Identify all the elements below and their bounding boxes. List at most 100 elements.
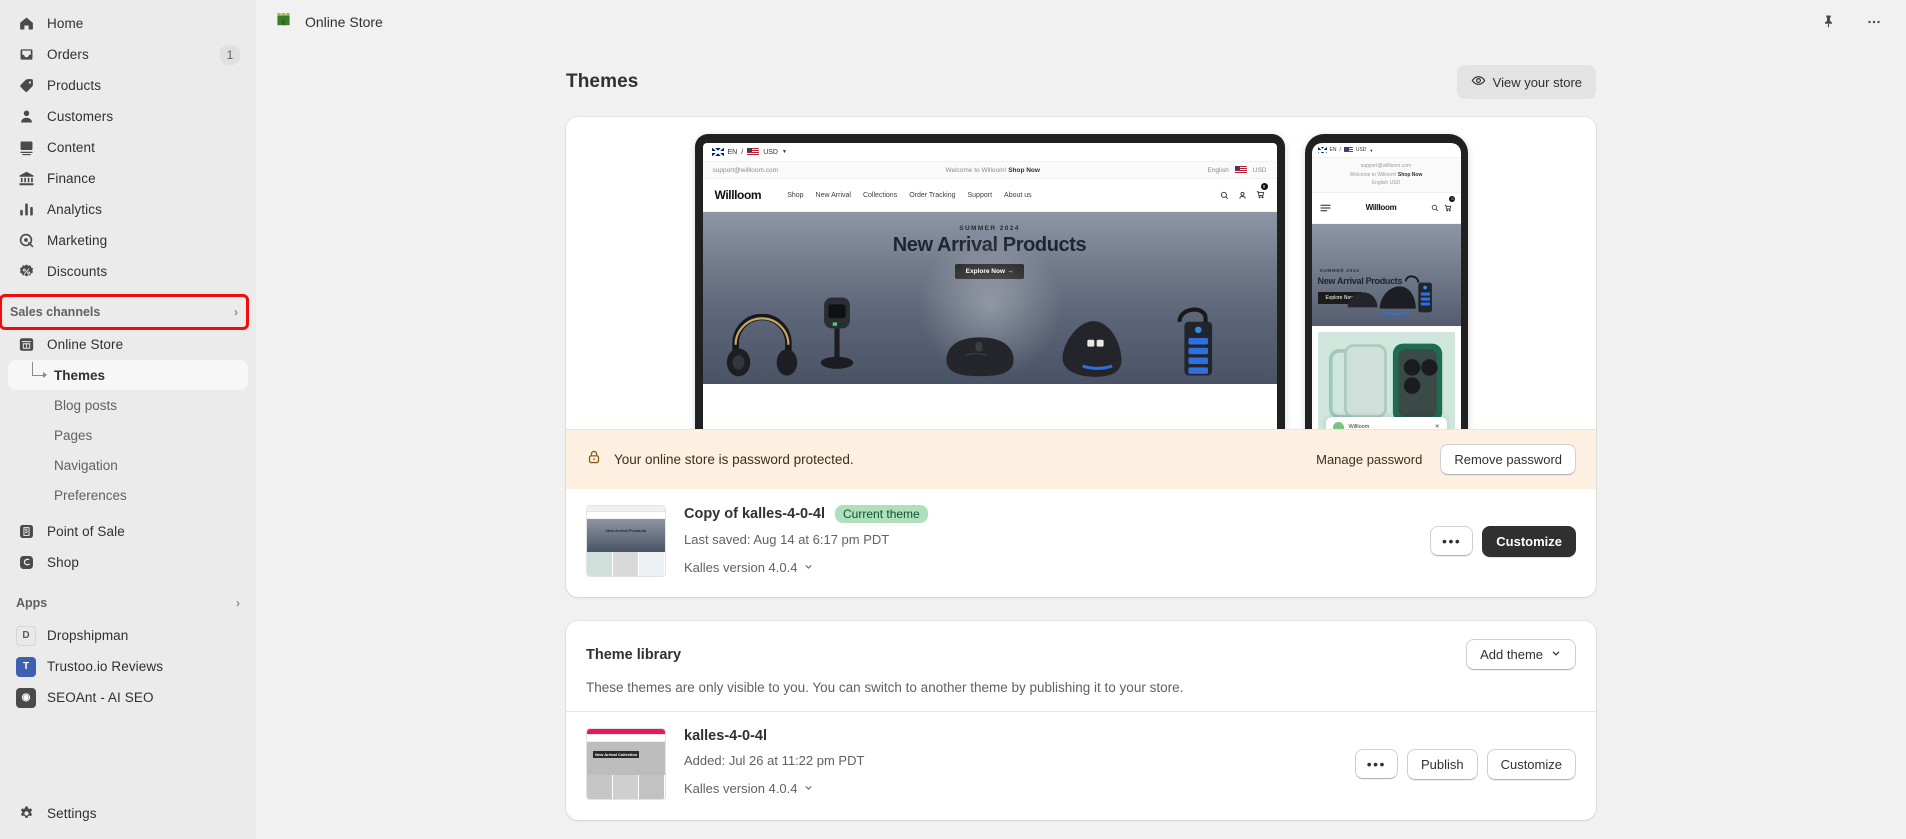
current-theme-version[interactable]: Kalles version 4.0.4 [684,560,1430,575]
sidebar-label: Dropshipman [47,628,129,643]
sidebar-item-online-store[interactable]: Online Store [8,329,248,360]
thumb-hero: New Arrival Products [587,519,665,552]
library-theme-version[interactable]: Kalles version 4.0.4 [684,781,1355,796]
shop-icon [16,553,36,573]
mouse-product-image [945,337,1014,377]
preview-slash: / [741,148,744,156]
sidebar-item-customers[interactable]: Customers [8,101,248,132]
preview-announcement-prefix: Welcome to Willoom! [945,166,1007,174]
current-theme-info: Copy of kalles-4-0-4l Current theme Last… [684,505,1430,575]
current-theme-card: EN / USD ▼ support@willloom.com Welcome … [566,117,1596,597]
sidebar-item-dropshipman[interactable]: D Dropshipman [8,620,248,651]
sidebar-item-navigation[interactable]: Navigation [8,450,248,480]
library-theme-customize-button[interactable]: Customize [1486,748,1576,780]
more-horizontal-icon[interactable] [1860,8,1888,36]
preview-nav-link: Order Tracking [909,191,956,199]
avatar [1332,421,1344,429]
theme-library-header: Theme library Add theme These themes are… [566,621,1596,711]
customers-person-icon [16,107,36,127]
sidebar-item-pages[interactable]: Pages [8,420,248,450]
ergonomic-mouse-product-image [1062,321,1121,377]
preview-nav-link: About us [1004,191,1032,199]
preview-announcement: Welcome to Willoom! Shop Now [945,167,1040,174]
preview-locale-selectors: English USD [1207,166,1267,174]
preview-currency-select: USD [1252,166,1267,174]
library-theme-publish-button[interactable]: Publish [1406,748,1478,780]
sidebar-item-preferences[interactable]: Preferences [8,480,248,510]
mobile-preview-device[interactable]: EN / USD ▼ support@willloom.com Welcome … [1304,134,1468,429]
sidebar-item-finance[interactable]: Finance [8,163,248,194]
library-theme-info: kalles-4-0-4l Added: Jul 26 at 11:22 pm … [684,728,1355,796]
sidebar-section-apps[interactable]: Apps › [8,588,248,618]
search-icon [1432,204,1439,211]
chevron-down-icon: ▼ [781,149,787,155]
sidebar-item-products[interactable]: Products [8,70,248,101]
sidebar-item-settings[interactable]: Settings [8,798,248,829]
sidebar-item-point-of-sale[interactable]: Point of Sale [8,516,248,547]
sidebar-item-home[interactable]: Home [8,8,248,39]
sidebar-section-sales-channels[interactable]: Sales channels › [0,294,249,330]
preview-nav-link: Shop [787,191,804,199]
cart-count-badge: 0 [1260,183,1268,190]
remove-password-button[interactable]: Remove password [1440,444,1576,475]
desktop-preview-device[interactable]: EN / USD ▼ support@willloom.com Welcome … [694,134,1285,429]
mobile-lang-select: English [1371,180,1389,186]
mobile-announcement-bar: support@willloom.com Welcome to Willoom!… [1311,158,1461,193]
theme-library-row: New Arrival Collection kalles-4-0-4l Add… [566,712,1596,820]
eye-icon [1471,73,1486,91]
thumb-hero: New Arrival Collection [587,742,665,775]
app-root: Home Orders 1 Products Customers Content… [0,0,1906,839]
current-theme-name: Copy of kalles-4-0-4l [684,506,826,522]
thumb-hero-title: New Arrival Collection [593,751,640,758]
page-header-actions: View your store [1456,65,1596,99]
sidebar-label: Analytics [47,202,102,217]
password-protected-banner: Your online store is password protected.… [566,429,1596,489]
page-title: Themes [566,71,639,92]
pin-icon[interactable] [1814,8,1842,36]
sidebar-footer: Settings [0,798,256,839]
discounts-percent-icon [16,262,36,282]
sidebar-item-content[interactable]: Content [8,132,248,163]
sidebar-item-discounts[interactable]: Discounts [8,256,248,287]
topbar-title: Online Store [305,13,383,30]
sidebar-item-blog-posts[interactable]: Blog posts [8,390,248,420]
preview-hero: SUMMER 2024 New Arrival Products Explore… [702,212,1277,384]
thumb-cell [613,552,639,576]
preview-lang-select: English [1207,166,1229,174]
chevron-right-icon: › [234,305,238,319]
mobile-logo: Willloom [1365,203,1397,212]
trustoo-app-icon: T [16,656,36,677]
storefront-icon [16,335,36,355]
add-theme-label: Add theme [1480,647,1543,662]
sidebar-label: Orders [47,47,89,62]
current-theme-version-label: Kalles version 4.0.4 [684,560,798,575]
sidebar-label: Preferences [54,487,127,503]
current-theme-more-button[interactable]: ••• [1430,526,1474,556]
manage-password-button[interactable]: Manage password [1308,445,1430,474]
password-banner-text: Your online store is password protected. [614,452,854,467]
sidebar-item-analytics[interactable]: Analytics [8,194,248,225]
sidebar-item-trustoo-reviews[interactable]: T Trustoo.io Reviews [8,651,248,682]
sidebar-item-seoant[interactable]: ◉ SEOAnt - AI SEO [8,682,248,713]
current-theme-badge: Current theme [835,505,928,523]
microphone-product-image [820,297,853,369]
usb-hub-product-image [1176,307,1212,376]
products-tag-icon [16,76,36,96]
preview-nav-link: Support [967,191,993,199]
current-theme-customize-button[interactable]: Customize [1482,525,1576,557]
mobile-currency: USD [1355,147,1367,153]
cart-count-badge: 0 [1449,195,1456,202]
marketing-target-icon [16,231,36,251]
preview-currency: USD [763,148,778,156]
thumb-cell [587,552,613,576]
sales-channels-label: Sales channels [10,305,101,319]
sidebar-item-shop[interactable]: Shop [8,547,248,578]
library-theme-more-button[interactable]: ••• [1354,749,1398,779]
add-theme-button[interactable]: Add theme [1466,639,1576,670]
sidebar-item-orders[interactable]: Orders 1 [8,39,248,70]
sidebar-item-marketing[interactable]: Marketing [8,225,248,256]
library-theme-name-row: kalles-4-0-4l [684,728,1355,744]
preview-nav: Willloom Shop New Arrival Collections Or… [702,179,1277,212]
sidebar-item-themes[interactable]: Themes [8,360,248,390]
view-your-store-button[interactable]: View your store [1456,65,1596,99]
